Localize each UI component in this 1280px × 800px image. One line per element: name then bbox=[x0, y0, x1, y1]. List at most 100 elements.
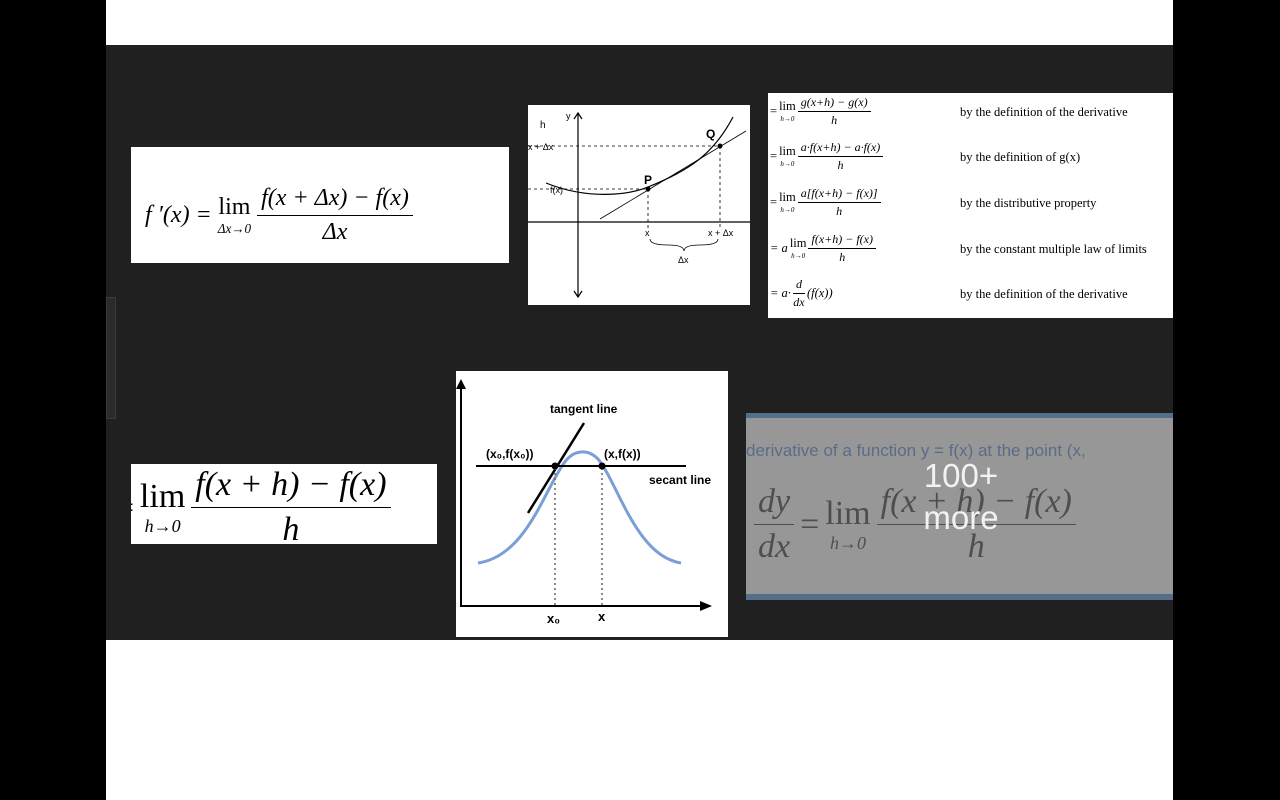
point-q bbox=[717, 143, 723, 149]
fraction: g(x+h) − g(x) h bbox=[797, 95, 871, 128]
label-x-plus-dx: x + Δx bbox=[708, 228, 734, 238]
limit-subscript: h→0 bbox=[780, 114, 795, 123]
image-thumbnail-tangent-secant[interactable]: tangent line secant line (x₀,f(x₀)) (x,f… bbox=[456, 371, 728, 637]
more-count: 100+ bbox=[923, 457, 999, 494]
secant-graph: y h x + Δx f(x) P Q x x + Δx Δx bbox=[528, 111, 750, 299]
prefix: = bbox=[770, 149, 778, 163]
label-p: P bbox=[644, 173, 652, 187]
limit-word: lim bbox=[789, 236, 807, 251]
fraction: f(x + h) − f(x) h bbox=[191, 466, 391, 544]
point1-label: (x₀,f(x₀)) bbox=[486, 447, 533, 461]
formula-lhs: f ′(x) = bbox=[145, 202, 212, 228]
formula: f ′(x) = lim Δx→0 f(x + Δx) − f(x) Δx bbox=[145, 185, 413, 246]
denominator: Δx bbox=[322, 219, 348, 245]
fraction: f(x + Δx) − f(x) Δx bbox=[257, 185, 413, 246]
numerator: d bbox=[792, 277, 805, 294]
numerator: f(x + Δx) − f(x) bbox=[257, 185, 413, 216]
proof-row: = lim h→0 a·f(x+h) − a·f(x) h by the defin… bbox=[768, 138, 1173, 182]
proof-reason: by the definition of the derivative bbox=[960, 287, 1128, 301]
label-x: x bbox=[645, 228, 650, 238]
proof-math: = a lim h→0 f(x+h) − f(x) h bbox=[770, 232, 876, 265]
proof-reason: by the constant multiple law of limits bbox=[960, 242, 1147, 256]
side-scroll-handle[interactable] bbox=[106, 297, 116, 419]
denominator: h bbox=[831, 113, 838, 127]
point-x bbox=[598, 462, 606, 470]
proof-reason: by the distributive property bbox=[960, 196, 1097, 210]
prefix: = a· bbox=[770, 286, 791, 300]
x-label: x bbox=[598, 609, 606, 624]
limit-word: lim bbox=[218, 194, 251, 221]
denominator: h bbox=[282, 511, 300, 544]
proof-math: = lim h→0 g(x+h) − g(x) h bbox=[770, 95, 871, 128]
formula: = lim h→0 f(x + h) − f(x) h bbox=[131, 466, 391, 544]
point-p bbox=[645, 186, 651, 192]
label-h: h bbox=[540, 120, 546, 131]
fraction: f(x+h) − f(x) h bbox=[808, 232, 876, 265]
limit-subscript: h→0 bbox=[780, 159, 795, 168]
numerator: g(x+h) − g(x) bbox=[797, 95, 871, 112]
point2-label: (x,f(x)) bbox=[604, 447, 641, 461]
label-dx: Δx bbox=[678, 255, 689, 265]
proof-reason: by the definition of g(x) bbox=[960, 150, 1081, 164]
proof-row: = a lim h→0 f(x+h) − f(x) h by the constan… bbox=[768, 230, 1173, 274]
proof-math: = lim h→0 a[f(x+h) − f(x)] h bbox=[770, 186, 881, 219]
secant-label: secant line bbox=[649, 473, 711, 487]
numerator: a·f(x+h) − a·f(x) bbox=[797, 140, 884, 157]
x0-label: x₀ bbox=[547, 611, 560, 626]
denominator: h bbox=[836, 204, 843, 218]
fraction: d dx bbox=[792, 277, 805, 310]
image-thumbnail-constant-multiple-proof[interactable]: = lim h→0 g(x+h) − g(x) h by the definitio… bbox=[768, 93, 1173, 318]
numerator: f(x + h) − f(x) bbox=[191, 466, 391, 508]
numerator: f(x+h) − f(x) bbox=[808, 232, 876, 249]
image-thumbnail-limit-formula[interactable]: = lim h→0 f(x + h) − f(x) h bbox=[131, 464, 437, 544]
limit: lim Δx→0 bbox=[218, 195, 251, 235]
limit-word: lim bbox=[139, 478, 186, 515]
numerator: a[f(x+h) − f(x)] bbox=[797, 186, 881, 203]
image-thumbnail-derivative-definition[interactable]: f ′(x) = lim Δx→0 f(x + Δx) − f(x) Δx bbox=[131, 147, 509, 263]
fraction: a[f(x+h) − f(x)] h bbox=[797, 186, 881, 219]
point-x0 bbox=[551, 462, 559, 470]
image-thumbnail-more-results[interactable]: derivative of a function y = f(x) at the… bbox=[746, 413, 1173, 600]
prefix: = bbox=[770, 104, 778, 118]
label-fx: f(x) bbox=[550, 185, 563, 195]
proof-math: = lim h→0 a·f(x+h) − a·f(x) h bbox=[770, 140, 884, 173]
equals-sign: = bbox=[131, 491, 134, 524]
fraction: a·f(x+h) − a·f(x) h bbox=[797, 140, 884, 173]
image-thumbnail-secant-graph[interactable]: y h x + Δx f(x) P Q x x + Δx Δx bbox=[528, 105, 750, 305]
delta-brace bbox=[649, 238, 719, 252]
limit: lim h→0 bbox=[779, 100, 796, 123]
label-y-x-dx: x + Δx bbox=[528, 142, 554, 152]
denominator: dx bbox=[793, 295, 805, 309]
tangent-label: tangent line bbox=[550, 402, 618, 416]
proof-row: = a· d dx (f(x)) by the definition of the… bbox=[768, 275, 1173, 318]
secant-line bbox=[599, 130, 747, 220]
label-y: y bbox=[566, 111, 571, 121]
limit-word: lim bbox=[779, 99, 796, 114]
proof-reason: by the definition of the derivative bbox=[960, 105, 1128, 119]
limit-subscript: h→0 bbox=[144, 516, 181, 536]
bell-curve bbox=[477, 450, 682, 565]
cut-lhs: = bbox=[131, 491, 134, 525]
limit: lim h→0 bbox=[790, 237, 807, 260]
proof-row: = lim h→0 a[f(x+h) − f(x)] h by the distri… bbox=[768, 184, 1173, 228]
proof-math: = a· d dx (f(x)) bbox=[770, 277, 833, 310]
limit: lim h→0 bbox=[139, 478, 186, 536]
more-results-label[interactable]: 100+ more bbox=[906, 455, 1016, 539]
limit-subscript: Δx→0 bbox=[217, 221, 252, 237]
limit-word: lim bbox=[779, 190, 796, 205]
more-text: more bbox=[923, 499, 999, 536]
tangent-secant-graph: tangent line secant line (x₀,f(x₀)) (x,f… bbox=[456, 379, 712, 626]
limit-subscript: h→0 bbox=[780, 205, 795, 214]
denominator: h bbox=[839, 250, 846, 264]
suffix: (f(x)) bbox=[806, 286, 833, 300]
limit: lim h→0 bbox=[779, 145, 796, 168]
label-q: Q bbox=[706, 127, 715, 141]
limit-subscript: h→0 bbox=[791, 251, 806, 260]
denominator: h bbox=[837, 158, 844, 172]
y-axis-arrow-icon bbox=[456, 379, 466, 389]
limit-word: lim bbox=[779, 144, 796, 159]
prefix: = bbox=[770, 195, 778, 209]
x-axis-arrow-icon bbox=[700, 601, 712, 611]
prefix: = a bbox=[770, 241, 788, 255]
limit: lim h→0 bbox=[779, 191, 796, 214]
